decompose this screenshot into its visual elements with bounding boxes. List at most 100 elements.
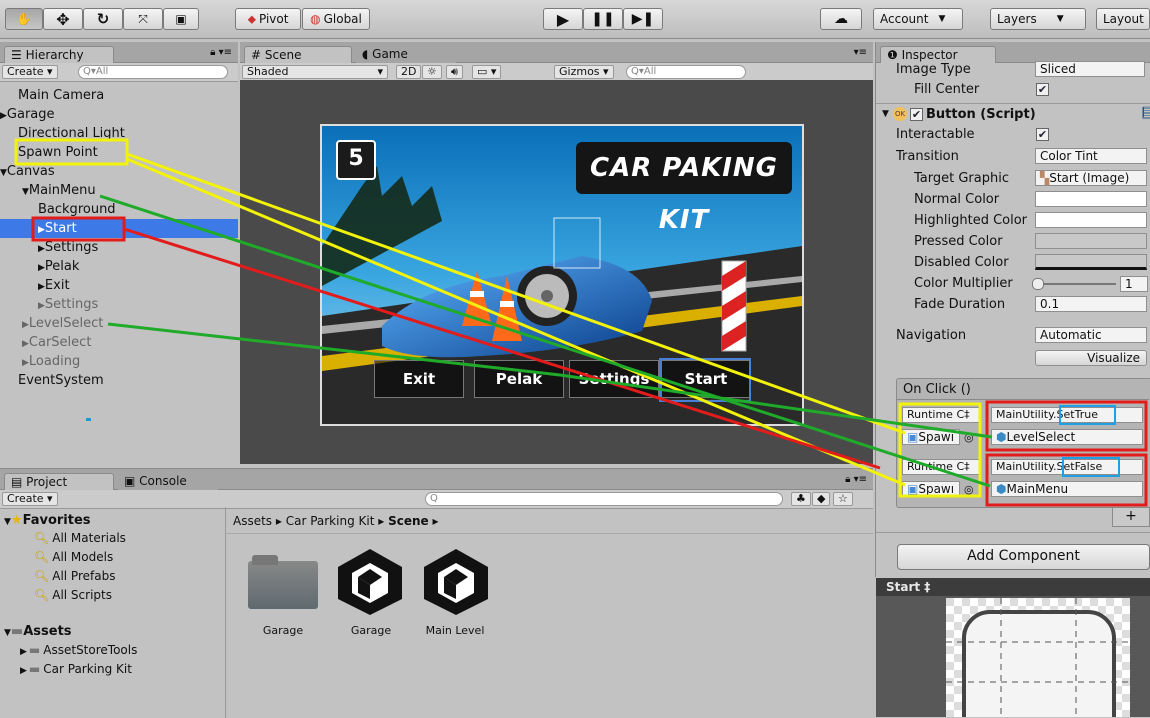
unity-scene-icon[interactable] — [420, 547, 492, 617]
rotate-tool-button[interactable]: ↻ — [83, 8, 123, 30]
button-enabled-checkbox[interactable]: ✔ — [910, 108, 923, 121]
lock-icon[interactable]: 🔒︎ ▾≡ — [845, 474, 867, 485]
slider-thumb[interactable] — [1032, 278, 1044, 290]
hand-tool-button[interactable]: ✋ — [5, 8, 43, 30]
foldout-arrow-icon[interactable]: ▶ — [38, 301, 45, 311]
foldout-arrow-icon[interactable]: ▶ — [0, 111, 7, 121]
hierarchy-item[interactable]: ▼Canvas — [0, 162, 55, 181]
event1-runtime-dropdown[interactable]: Runtime C‡ — [902, 407, 981, 423]
account-dropdown[interactable]: Account ▼ — [873, 8, 963, 30]
event2-object-field[interactable]: ⬢MainMenu — [991, 481, 1143, 497]
transition-dropdown[interactable]: Color Tint — [1035, 148, 1147, 164]
add-event-button[interactable]: + — [1112, 507, 1150, 527]
color-multiplier-slider[interactable] — [1036, 283, 1116, 285]
hierarchy-item[interactable]: ▶CarSelect — [22, 333, 91, 352]
fade-duration-input[interactable]: 0.1 — [1035, 296, 1147, 312]
interactable-checkbox[interactable]: ✔ — [1036, 128, 1049, 141]
help-book-icon[interactable]: 📘︎ — [1140, 106, 1150, 120]
preview-header[interactable]: Start ‡ — [876, 578, 1150, 596]
hierarchy-item[interactable]: Background — [38, 200, 116, 219]
scene-search-input[interactable]: Q▾All — [626, 65, 746, 79]
image-type-dropdown[interactable]: Sliced — [1035, 61, 1145, 77]
assets-header[interactable]: ▼▬Assets — [4, 624, 72, 639]
hierarchy-search-input[interactable]: Q▾All — [78, 65, 228, 79]
file-label[interactable]: Garage — [248, 624, 318, 637]
foldout-arrow-icon[interactable]: ▶ — [20, 647, 27, 657]
create-dropdown[interactable]: Create ▾ — [2, 492, 58, 506]
lighting-toggle[interactable]: ☼ — [422, 65, 442, 79]
hierarchy-item[interactable]: Directional Light — [18, 124, 125, 143]
favorite-item[interactable]: 🔍︎ All Scripts — [34, 588, 112, 602]
object-picker-icon[interactable]: ◎ — [964, 431, 974, 444]
menu-button-settings[interactable]: Settings — [569, 360, 659, 398]
color-multiplier-input[interactable]: 1 — [1120, 276, 1148, 292]
object-picker-icon[interactable]: ◎ — [964, 483, 974, 496]
favorite-item[interactable]: 🔍︎ All Prefabs — [34, 569, 115, 583]
filter-type-button[interactable]: ♣ — [791, 492, 811, 506]
play-button[interactable]: ▶ — [543, 8, 583, 30]
rect-tool-button[interactable]: ▣ — [163, 8, 199, 30]
create-dropdown[interactable]: Create ▾ — [2, 65, 58, 79]
tab-console[interactable]: ▣ Console — [118, 473, 218, 490]
favorite-button[interactable]: ☆ — [833, 492, 853, 506]
splitter[interactable] — [225, 507, 226, 718]
event1-target-field[interactable]: ▣Spawı — [902, 429, 960, 445]
project-search-input[interactable]: Q — [425, 492, 783, 506]
foldout-arrow-icon[interactable]: ▶ — [38, 225, 45, 235]
hierarchy-item[interactable]: ▶Exit — [38, 276, 70, 295]
foldout-arrow-icon[interactable]: ▶ — [22, 320, 29, 330]
hierarchy-item[interactable]: Spawn Point — [18, 143, 98, 162]
asset-folder-item[interactable]: ▶ ▬ Car Parking Kit — [20, 662, 132, 676]
hierarchy-item[interactable]: ▶Settings — [38, 295, 98, 314]
cloud-button[interactable]: ☁ — [820, 8, 862, 30]
event2-target-field[interactable]: ▣Spawı — [902, 481, 960, 497]
hierarchy-item[interactable]: ▶Pelak — [38, 257, 79, 276]
gizmos-dropdown[interactable]: Gizmos ▾ — [554, 65, 614, 79]
effects-dropdown[interactable]: ▭ ▾ — [472, 65, 502, 79]
foldout-arrow-icon[interactable]: ▶ — [20, 666, 27, 676]
breadcrumb-item[interactable]: Assets — [233, 514, 272, 528]
start-button-rect-gizmo[interactable] — [659, 358, 751, 402]
tab-game[interactable]: ◖ Game — [356, 46, 456, 63]
layout-dropdown[interactable]: Layout — [1096, 8, 1150, 30]
foldout-arrow-icon[interactable]: ▶ — [38, 244, 45, 254]
favorite-item[interactable]: 🔍︎ All Models — [34, 550, 113, 564]
pressed-color-swatch[interactable] — [1035, 233, 1147, 249]
foldout-arrow-icon[interactable]: ▼ — [882, 109, 889, 119]
normal-color-swatch[interactable] — [1035, 191, 1147, 207]
global-toggle[interactable]: ◍ Global — [302, 8, 370, 30]
navigation-dropdown[interactable]: Automatic — [1035, 327, 1147, 343]
canvas-preview[interactable]: 5 CAR PAKING KIT Exit Pelak Settings Start — [320, 124, 804, 426]
foldout-arrow-icon[interactable]: ▶ — [38, 263, 45, 273]
hierarchy-item[interactable]: ▼MainMenu — [22, 181, 96, 200]
panel-menu-icon[interactable]: ▾≡ — [854, 47, 867, 58]
scene-folder-item[interactable] — [248, 553, 318, 611]
favorites-header[interactable]: ▼★Favorites — [4, 513, 91, 528]
2d-toggle[interactable]: 2D — [396, 65, 422, 79]
asset-folder-item[interactable]: ▶ ▬ AssetStoreTools — [20, 643, 137, 657]
tab-hierarchy[interactable]: ☰ Hierarchy — [4, 46, 114, 63]
foldout-arrow-icon[interactable]: ▶ — [22, 358, 29, 368]
event1-object-field[interactable]: ⬢LevelSelect — [991, 429, 1143, 445]
breadcrumb-item[interactable]: Scene — [388, 514, 429, 528]
menu-button-exit[interactable]: Exit — [374, 360, 464, 398]
hierarchy-item[interactable]: ▶LevelSelect — [22, 314, 103, 333]
highlighted-color-swatch[interactable] — [1035, 212, 1147, 228]
event2-runtime-dropdown[interactable]: Runtime C‡ — [902, 459, 981, 475]
layers-dropdown[interactable]: Layers ▼ — [990, 8, 1086, 30]
step-button[interactable]: ▶❚ — [623, 8, 663, 30]
foldout-arrow-icon[interactable]: ▶ — [38, 282, 45, 292]
foldout-arrow-icon[interactable]: ▼ — [22, 187, 29, 197]
hierarchy-item[interactable]: EventSystem — [18, 371, 104, 390]
breadcrumb-item[interactable]: Car Parking Kit — [286, 514, 375, 528]
hierarchy-item[interactable]: ▶Start — [38, 219, 77, 238]
file-label[interactable]: Garage — [336, 624, 406, 637]
target-graphic-field[interactable]: ▚Start (Image) — [1035, 170, 1147, 186]
scale-tool-button[interactable]: ⤧ — [123, 8, 163, 30]
hierarchy-item[interactable]: ▶Settings — [38, 238, 98, 257]
foldout-arrow-icon[interactable]: ▼ — [0, 168, 7, 178]
pause-button[interactable]: ❚❚ — [583, 8, 623, 30]
lock-icon[interactable]: 🔒︎ ▾≡ — [210, 47, 232, 58]
pivot-toggle[interactable]: ⬥ Pivot — [235, 8, 301, 30]
filter-label-button[interactable]: ◆ — [812, 492, 831, 506]
